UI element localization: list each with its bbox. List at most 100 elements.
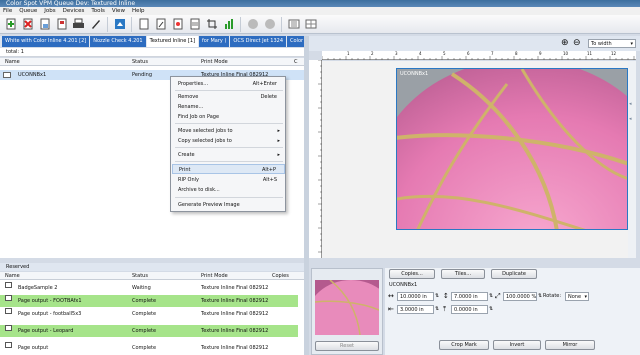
row-name: Page output - FOOTBAfx1 [18, 298, 82, 304]
list-icon[interactable] [286, 17, 301, 32]
menu-item-move-selected-jobs[interactable]: Move selected jobs to ▸ [172, 126, 285, 136]
menu-item-label: Archive to disk... [178, 187, 220, 193]
stepper-icon[interactable]: ⇅ [435, 305, 439, 314]
row-name: Page output - Leopard [18, 328, 74, 334]
menu-item-remove[interactable]: Remove Delete [172, 92, 285, 102]
y-position-field[interactable]: 0.0000 in [451, 305, 488, 314]
duplicate-button[interactable]: Duplicate [491, 269, 537, 279]
layout-icon[interactable] [187, 17, 202, 32]
pen-icon[interactable] [88, 17, 103, 32]
tab-white-with-color[interactable]: White with Color Inline 4.201 [2] [2, 36, 90, 47]
menu-queue[interactable]: Queue [19, 7, 37, 15]
zoom-out-icon[interactable]: ⊖ [573, 38, 581, 48]
stepper-icon[interactable]: ⇅ [538, 292, 542, 301]
height-field[interactable]: 7.0000 in [451, 292, 488, 301]
menu-help[interactable]: Help [132, 7, 145, 15]
menu-jobs[interactable]: Jobs [44, 7, 55, 15]
menu-item-generate-preview[interactable]: Generate Preview Image [172, 200, 285, 210]
toolbar-separator [131, 16, 132, 32]
scroll-side-icon[interactable]: ◂ [629, 116, 632, 122]
rotate-select[interactable]: None ▾ [565, 292, 589, 301]
save-icon[interactable] [54, 17, 69, 32]
scale-field[interactable]: 100.0000 % [503, 292, 537, 301]
table-row[interactable]: BadgeSample 2 Waiting Texture Inline Fin… [0, 282, 298, 294]
ruler-number: 3 [395, 51, 398, 56]
toolbar-separator [107, 16, 108, 32]
column-status[interactable]: Status [132, 58, 148, 66]
table-row[interactable]: Page output Complete Texture Inline Fina… [0, 342, 298, 354]
document-icon[interactable] [136, 17, 151, 32]
crop-icon[interactable] [204, 17, 219, 32]
row-print-mode: Texture Inline Final 082912 [201, 311, 269, 317]
menu-item-label: Find Job on Page [178, 114, 220, 120]
print-icon[interactable] [37, 17, 52, 32]
tab-ocs-direct-jet[interactable]: OCS Direct Jet 1324 [230, 36, 286, 47]
ruler-number: 9 [539, 51, 542, 56]
column-name[interactable]: Name [5, 58, 20, 66]
copies-button[interactable]: Copies... [389, 269, 435, 279]
canvas-job-label: UCONNBx1 [400, 71, 429, 77]
menu-item-rip-only[interactable]: RIP Only Alt+S [172, 175, 285, 185]
menu-item-rename[interactable]: Rename... [172, 102, 285, 112]
row-status: Complete [132, 345, 157, 351]
column-name[interactable]: Name [5, 272, 20, 280]
grid-icon[interactable] [303, 17, 318, 32]
stepper-icon[interactable]: ⇅ [489, 292, 493, 301]
menu-item-find-job-on-page[interactable]: Find Job on Page [172, 112, 285, 122]
basketball-image[interactable]: UCONNBx1 [396, 68, 628, 230]
tab-nozzle-check[interactable]: Nozzle Check 4.201 [90, 36, 146, 47]
table-row[interactable]: Page output - FOOTBAfx1 Complete Texture… [0, 295, 298, 307]
row-status: Complete [132, 311, 157, 317]
stepper-icon[interactable]: ⇅ [489, 305, 493, 314]
column-status[interactable]: Status [132, 272, 148, 280]
edit-icon[interactable] [153, 17, 168, 32]
bar-chart-icon[interactable] [221, 17, 236, 32]
row-name: Page output - football5x3 [18, 311, 82, 317]
menu-item-properties[interactable]: Properties... Alt+Enter [172, 79, 285, 89]
tab-for-mary[interactable]: for Mary ) [199, 36, 230, 47]
stop-icon[interactable] [245, 17, 260, 32]
menu-item-print[interactable]: Print Alt+P [172, 164, 285, 174]
menu-file[interactable]: File [3, 7, 12, 15]
color-icon[interactable] [170, 17, 185, 32]
vertical-scrollbar[interactable]: ◂ ◂ [628, 61, 636, 258]
delete-icon[interactable] [20, 17, 35, 32]
reset-button[interactable]: Reset [315, 341, 379, 351]
menu-devices[interactable]: Devices [63, 7, 85, 15]
preview-icon[interactable] [112, 17, 127, 32]
stepper-icon[interactable]: ⇅ [435, 292, 439, 301]
column-copies[interactable]: Copies [272, 272, 289, 280]
width-field[interactable]: 10.0000 in [397, 292, 434, 301]
menu-item-shortcut: Alt+S [262, 177, 277, 183]
printer-icon[interactable] [71, 17, 86, 32]
menu-separator [175, 197, 283, 198]
mirror-button[interactable]: Mirror [545, 340, 595, 350]
menu-view[interactable]: View [112, 7, 125, 15]
column-copies[interactable]: C [294, 58, 298, 66]
job-name: UCONNBx1 [18, 72, 47, 78]
crop-mark-button[interactable]: Crop Mark [439, 340, 489, 350]
tab-color-only[interactable]: Color Only [287, 36, 304, 47]
table-row[interactable]: Page output - Leopard Complete Texture I… [0, 325, 298, 337]
table-row[interactable]: Page output - football5x3 Complete Textu… [0, 308, 298, 320]
new-job-icon[interactable] [3, 17, 18, 32]
menu-item-archive-to-disk[interactable]: Archive to disk... [172, 185, 285, 195]
column-print-mode[interactable]: Print Mode [201, 58, 228, 66]
menu-item-copy-selected-jobs[interactable]: Copy selected jobs to ▸ [172, 136, 285, 146]
pause-icon[interactable] [262, 17, 277, 32]
reserved-header: Reserved [0, 263, 304, 271]
tab-textured-inline[interactable]: Textured Inline [1] [146, 36, 199, 47]
scale-icon: ⤢ [495, 292, 501, 300]
invert-button[interactable]: Invert [493, 340, 541, 350]
menu-item-create[interactable]: Create ▸ [172, 150, 285, 160]
context-menu: Properties... Alt+Enter Remove Delete Rena… [170, 76, 286, 212]
scroll-up-icon[interactable]: ◂ [629, 101, 632, 107]
zoom-select[interactable]: To width ▾ [588, 39, 636, 48]
column-print-mode[interactable]: Print Mode [201, 272, 228, 280]
zoom-in-icon[interactable]: ⊕ [561, 38, 569, 48]
menu-tools[interactable]: Tools [91, 7, 105, 15]
tiles-button[interactable]: Tiles... [441, 269, 485, 279]
x-position-field[interactable]: 3.0000 in [397, 305, 434, 314]
menu-bar: File Queue Jobs Devices Tools View Help [0, 7, 640, 15]
menu-item-label: Generate Preview Image [178, 202, 240, 208]
